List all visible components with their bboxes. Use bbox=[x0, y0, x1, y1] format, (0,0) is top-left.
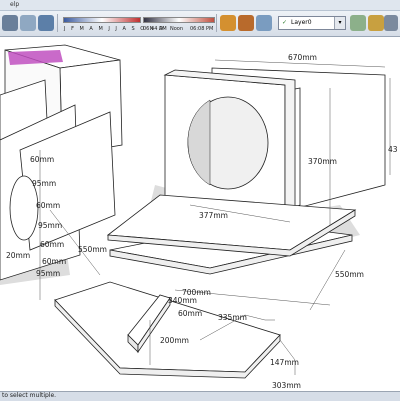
component-cube-icon[interactable] bbox=[220, 15, 236, 31]
status-text: to select multiple. bbox=[2, 392, 57, 399]
sunrise-time: 06:44 AM bbox=[143, 26, 167, 32]
dim-right-height: 43 bbox=[388, 145, 398, 154]
dim-s2: 95mm bbox=[32, 179, 56, 188]
dim-tip-a: 147mm bbox=[270, 358, 299, 367]
menu-bar: elp bbox=[0, 0, 400, 11]
extension-icon[interactable] bbox=[384, 15, 398, 31]
chevron-down-icon[interactable]: ▾ bbox=[334, 17, 345, 29]
dim-s4: 95mm bbox=[38, 221, 62, 230]
model-viewport[interactable]: 670mm 43 370mm 377mm 550mm 550mm 700mm 3… bbox=[0, 37, 400, 391]
dim-s8: 20mm bbox=[6, 251, 30, 260]
shape-tool-icon[interactable] bbox=[20, 15, 36, 31]
noon-label: Noon bbox=[170, 26, 184, 32]
dim-s6: 60mm bbox=[42, 257, 66, 266]
dim-slat-width: 340mm bbox=[168, 296, 197, 305]
layer-name: Layer0 bbox=[291, 19, 312, 26]
menu-item-help[interactable]: elp bbox=[10, 1, 19, 8]
dim-front-width: 335mm bbox=[218, 313, 247, 322]
dim-base-depth: 550mm bbox=[335, 270, 364, 279]
style-cube-icon[interactable] bbox=[256, 15, 272, 31]
sun-icon[interactable] bbox=[368, 15, 384, 31]
dim-s7: 95mm bbox=[36, 269, 60, 278]
dim-slat-depth: 60mm bbox=[178, 309, 202, 318]
sunset-time: 06:08 PM bbox=[190, 26, 214, 32]
toolbar-separator bbox=[57, 14, 58, 32]
date-slider[interactable] bbox=[63, 17, 141, 23]
dim-tip-b: 303mm bbox=[272, 381, 301, 390]
layer-dropdown[interactable]: ✓ Layer0 ▾ bbox=[278, 16, 346, 30]
time-slider[interactable] bbox=[143, 17, 215, 23]
toolbar: J F M A M J J A S O N D 06:44 AM Noon 06… bbox=[0, 11, 400, 37]
dim-slat-length: 200mm bbox=[160, 336, 189, 345]
current-layer-check-icon: ✓ bbox=[282, 19, 288, 26]
dim-circle-width: 377mm bbox=[199, 211, 228, 220]
dim-s5: 60mm bbox=[40, 240, 64, 249]
dim-s3: 60mm bbox=[36, 201, 60, 210]
dim-top-width: 670mm bbox=[288, 53, 317, 62]
layer-manager-icon[interactable] bbox=[350, 15, 366, 31]
dim-mid-height: 370mm bbox=[308, 157, 337, 166]
dim-s1: 60mm bbox=[30, 155, 54, 164]
select-tool-icon[interactable] bbox=[2, 15, 18, 31]
material-cube-icon[interactable] bbox=[238, 15, 254, 31]
dim-left-depth: 550mm bbox=[78, 245, 107, 254]
toolbar-separator bbox=[216, 14, 217, 32]
shadow-toggle-icon[interactable] bbox=[38, 15, 54, 31]
